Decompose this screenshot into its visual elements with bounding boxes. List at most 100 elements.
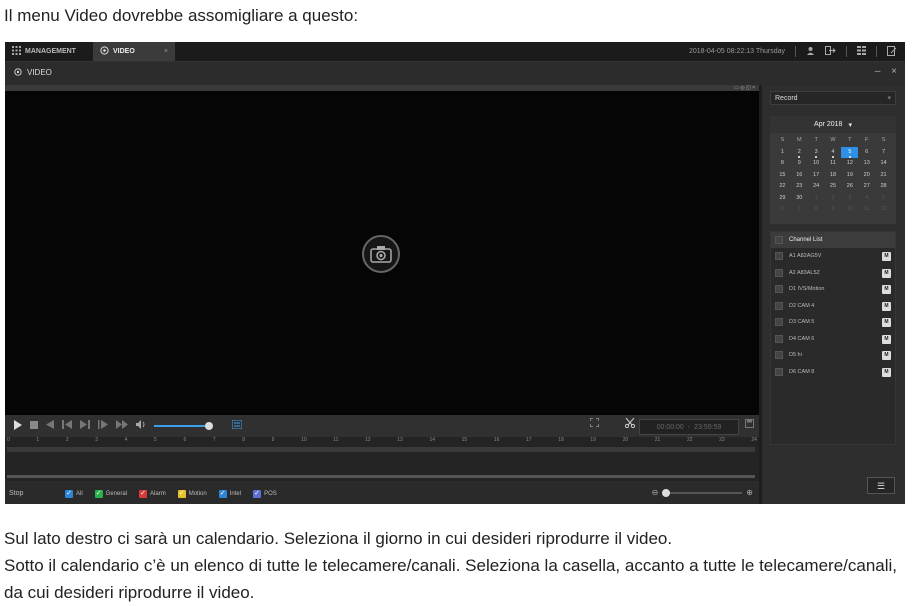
calendar-day[interactable]: 9	[825, 204, 842, 216]
calendar-day[interactable]: 11	[858, 204, 875, 216]
filter-intel[interactable]: ✓ Intel	[218, 489, 241, 498]
calendar-day[interactable]: 22	[774, 181, 791, 193]
channel-checkbox[interactable]	[775, 334, 783, 343]
calendar-day[interactable]: 9	[791, 158, 808, 170]
channel-checkbox[interactable]	[775, 285, 783, 294]
main-stream-badge[interactable]: M	[882, 252, 891, 261]
zoom-slider[interactable]	[662, 488, 743, 497]
volume-icon[interactable]	[136, 420, 146, 432]
calendar-day[interactable]: 5	[875, 193, 892, 205]
filter-alarm[interactable]: ✓ Alarm	[139, 489, 166, 498]
close-tab-icon[interactable]: ×	[164, 48, 168, 55]
prev-frame-icon[interactable]	[62, 420, 72, 432]
main-stream-badge[interactable]: M	[882, 351, 891, 360]
calendar-day[interactable]: 27	[858, 181, 875, 193]
play-icon[interactable]	[13, 419, 22, 433]
clip-icon[interactable]	[624, 417, 636, 431]
channel-item[interactable]: D1 IVS/Motion M	[771, 281, 895, 298]
calendar-day[interactable]: 20	[858, 170, 875, 182]
reverse-play-icon[interactable]	[46, 420, 54, 432]
calendar-day[interactable]: 3	[808, 147, 825, 159]
tab-management[interactable]: MANAGEMENT	[5, 42, 101, 61]
calendar-day[interactable]: 30	[791, 193, 808, 205]
filter-motion[interactable]: ✓ Motion	[177, 489, 207, 498]
calendar-day[interactable]: 2	[825, 193, 842, 205]
calendar-day[interactable]: 28	[875, 181, 892, 193]
channel-item[interactable]: D5 hi M	[771, 347, 895, 364]
filter-all[interactable]: ✓ All	[65, 489, 83, 498]
slow-play-icon[interactable]	[98, 420, 108, 432]
fullscreen-icon[interactable]	[589, 417, 600, 430]
calendar-day[interactable]: 24	[808, 181, 825, 193]
filter-general[interactable]: ✓ General	[94, 489, 127, 498]
calendar-day[interactable]: 1	[774, 147, 791, 159]
calendar-day[interactable]: 10	[841, 204, 858, 216]
edit-icon[interactable]	[887, 45, 897, 58]
timeline-scrollbar[interactable]	[7, 475, 755, 478]
tab-video[interactable]: VIDEO ×	[93, 42, 175, 61]
calendar-day[interactable]: 14	[875, 158, 892, 170]
calendar-day[interactable]: 1	[808, 193, 825, 205]
calendar-day[interactable]: 29	[774, 193, 791, 205]
calendar-day[interactable]: 21	[875, 170, 892, 182]
calendar-day[interactable]: 4	[858, 193, 875, 205]
calendar-day[interactable]: 2	[791, 147, 808, 159]
file-list-button[interactable]: ☰	[867, 477, 895, 494]
main-stream-badge[interactable]: M	[882, 301, 891, 311]
channel-checkbox[interactable]	[775, 252, 783, 261]
window-controls[interactable]: – ×	[875, 66, 901, 77]
clip-end-time[interactable]: 23:59:59	[694, 424, 721, 431]
calendar-header[interactable]: Apr 2018 ▾	[770, 116, 896, 133]
channel-checkbox[interactable]	[775, 301, 783, 310]
calendar-day[interactable]: 3	[841, 193, 858, 205]
calendar-day[interactable]: 5	[841, 146, 859, 158]
calendar-day[interactable]: 18	[825, 170, 842, 182]
calendar-month[interactable]: Apr 2018	[814, 121, 842, 128]
checkbox[interactable]: ✓	[94, 489, 103, 498]
fast-forward-icon[interactable]	[116, 420, 128, 432]
save-icon[interactable]	[745, 419, 754, 430]
calendar-day[interactable]: 11	[825, 158, 842, 170]
volume-slider[interactable]	[154, 422, 213, 430]
checkbox[interactable]: ✓	[65, 489, 73, 498]
calendar-day[interactable]: 8	[808, 204, 825, 216]
main-stream-badge[interactable]: M	[882, 285, 891, 294]
calendar-day[interactable]: 15	[774, 170, 791, 182]
calendar-day[interactable]: 8	[774, 158, 791, 170]
user-icon[interactable]	[806, 46, 815, 57]
calendar-day[interactable]: 7	[875, 147, 892, 159]
calendar-day[interactable]: 26	[841, 181, 858, 193]
player-mini-icons[interactable]: ▭ ◎ ◱ ×	[734, 85, 755, 91]
calendar-day[interactable]: 19	[841, 170, 858, 182]
filter-pos[interactable]: ✓ POS	[253, 489, 277, 498]
channel-list-header[interactable]: Channel List	[771, 232, 895, 248]
channel-checkbox[interactable]	[775, 268, 783, 277]
calendar-day[interactable]: 6	[774, 204, 791, 216]
timeline-track[interactable]	[7, 447, 755, 452]
stop-icon[interactable]	[30, 420, 38, 432]
channel-checkbox[interactable]	[775, 351, 783, 360]
calendar-day[interactable]: 16	[791, 170, 808, 182]
clip-time-range[interactable]: 00:00:00 - 23:59:59	[639, 419, 739, 435]
zoom-in-icon[interactable]: ⊕	[746, 488, 753, 497]
calendar-day[interactable]: 12	[841, 158, 858, 170]
checkbox[interactable]: ✓	[177, 489, 186, 498]
checkbox[interactable]: ✓	[253, 489, 262, 498]
logout-icon[interactable]	[825, 46, 836, 57]
main-stream-badge[interactable]: M	[882, 334, 891, 344]
channel-item[interactable]: D2 CAM 4 M	[771, 298, 895, 315]
channel-checkbox[interactable]	[775, 367, 783, 376]
layout-icon[interactable]	[857, 46, 866, 57]
channel-item[interactable]: A2 A83AL5Z M	[771, 265, 895, 282]
channel-item[interactable]: D6 CAM 8 M	[771, 364, 895, 381]
calendar-day[interactable]: 7	[791, 204, 808, 216]
channel-checkbox[interactable]	[775, 318, 783, 327]
clip-start-time[interactable]: 00:00:00	[657, 424, 684, 431]
calendar-day[interactable]: 25	[825, 181, 842, 193]
calendar-day[interactable]: 6	[858, 147, 875, 159]
record-type-select[interactable]: Record ▾	[770, 91, 896, 105]
channel-item[interactable]: D3 CAM 5 M	[771, 314, 895, 331]
checkbox[interactable]: ✓	[139, 489, 148, 498]
zoom-knob[interactable]	[662, 488, 671, 497]
calendar-day[interactable]: 10	[808, 158, 825, 170]
